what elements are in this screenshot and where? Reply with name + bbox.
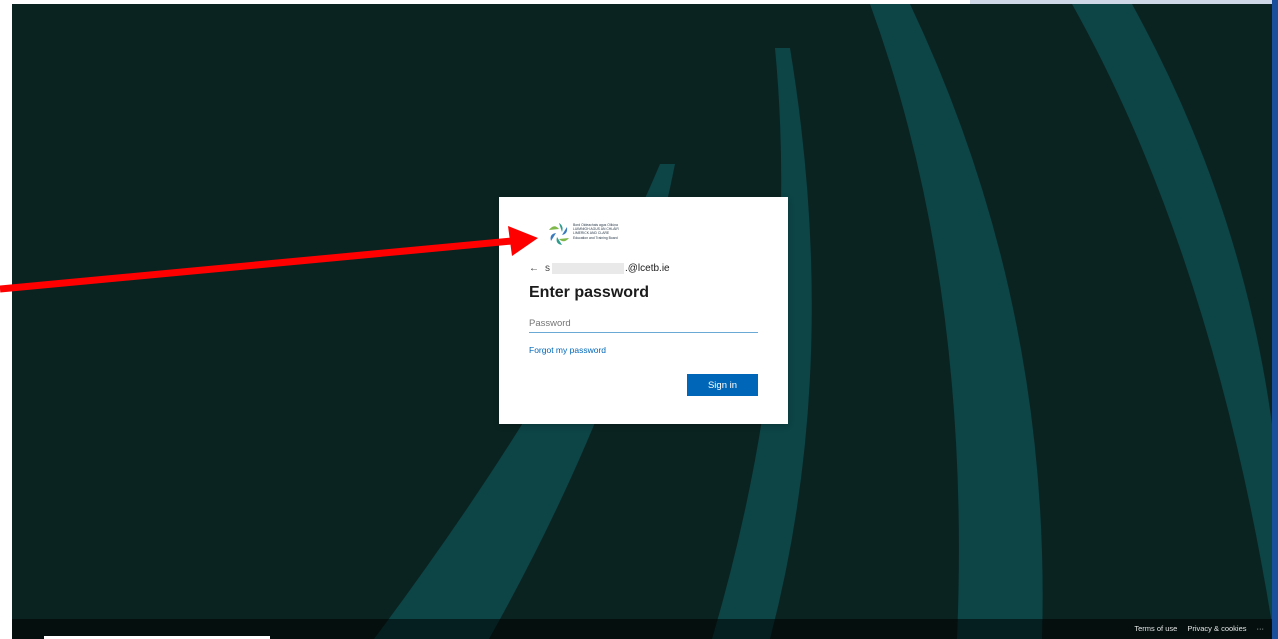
page: Bord Oideachais agus Oiliúna LUIMNIGH AG…	[0, 0, 1278, 639]
annotation-arrow-shaft	[0, 237, 513, 293]
annotation-arrow	[0, 226, 538, 293]
annotation-arrow-head	[508, 226, 538, 256]
